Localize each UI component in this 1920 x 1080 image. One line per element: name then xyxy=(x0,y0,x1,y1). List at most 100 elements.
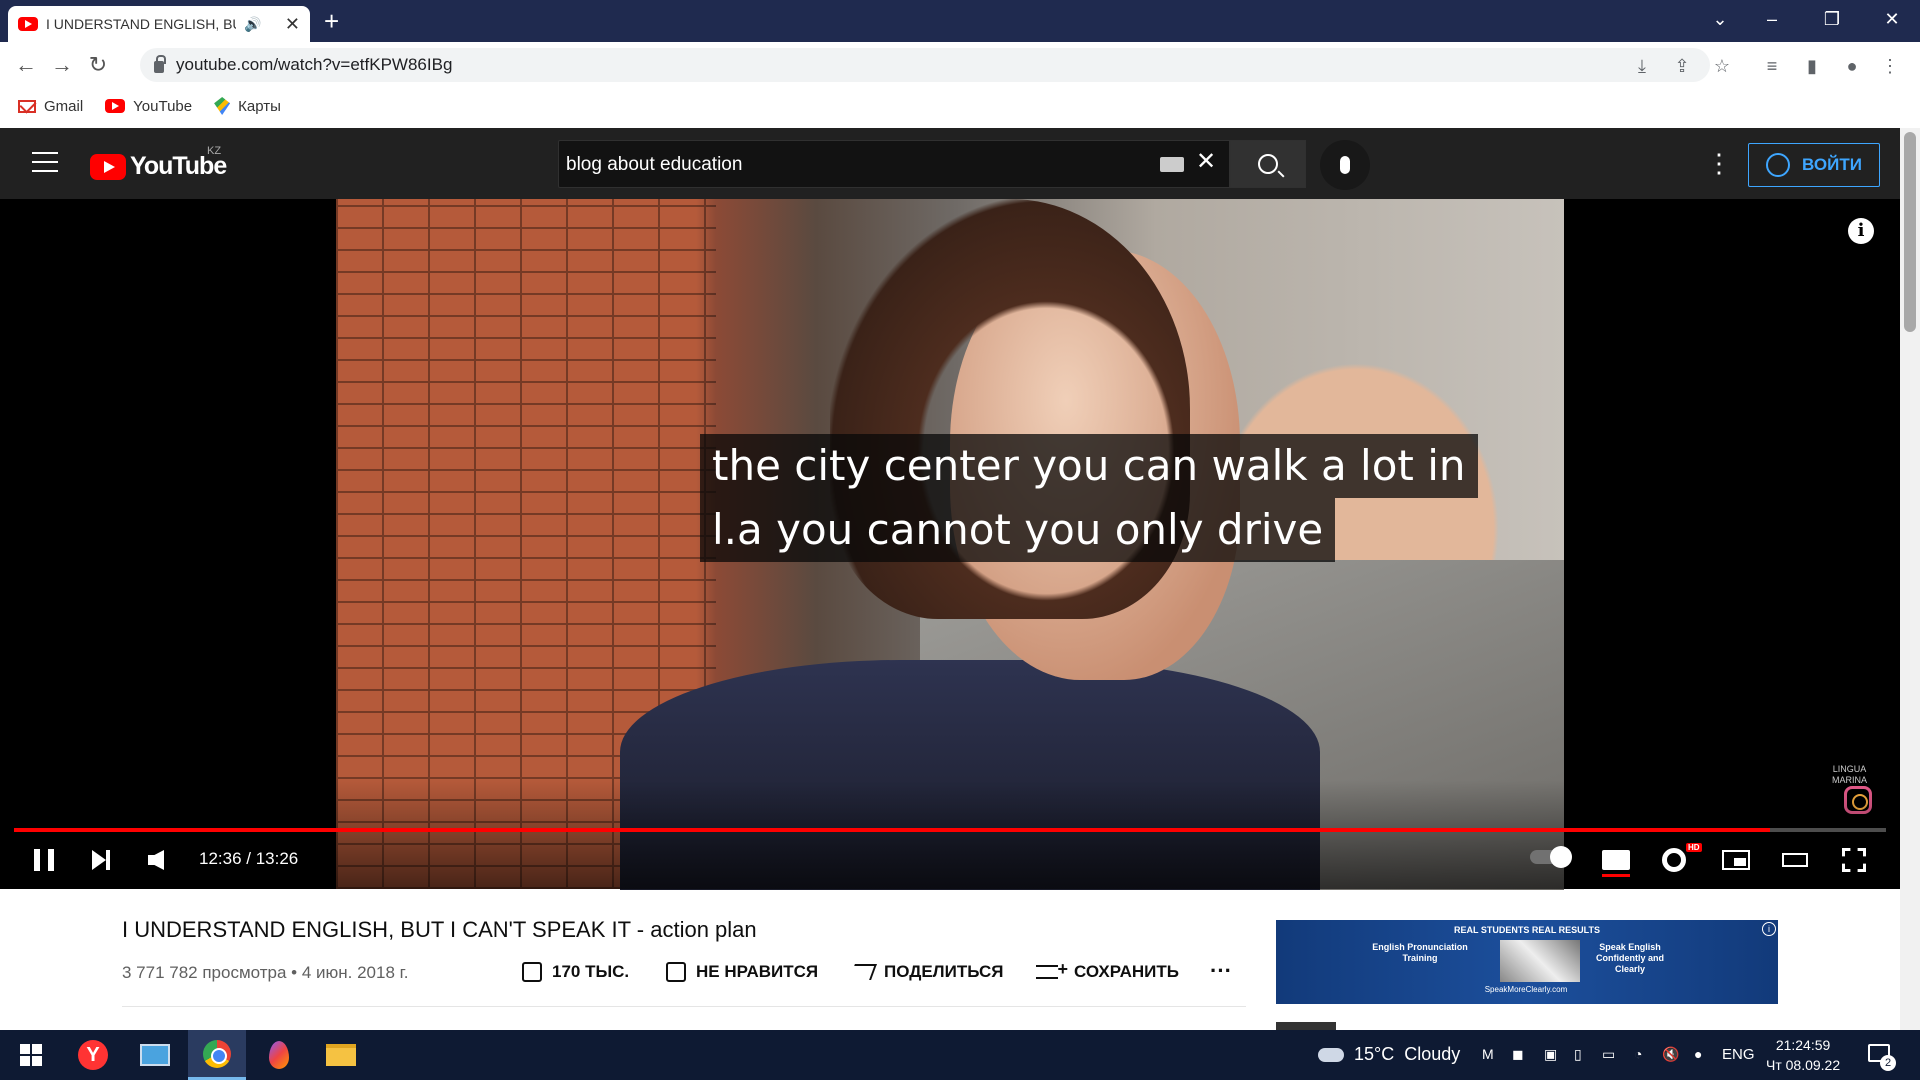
bookmark-label: YouTube xyxy=(133,97,193,115)
notification-count: 2 xyxy=(1880,1055,1896,1071)
location-icon[interactable]: ● xyxy=(1694,1046,1702,1062)
taskbar-computer[interactable] xyxy=(126,1030,184,1080)
windows-start-icon[interactable] xyxy=(20,1044,42,1066)
weather-widget[interactable]: 15°C Cloudy xyxy=(1318,1044,1460,1065)
taskbar-chrome[interactable] xyxy=(188,1030,246,1080)
close-window-button[interactable]: ✕ xyxy=(1872,4,1912,34)
taskbar-app-drop[interactable] xyxy=(250,1030,308,1080)
bookmarks-bar: Gmail YouTube Карты xyxy=(0,90,1920,122)
controls-gradient xyxy=(0,780,1900,889)
yandex-browser-icon: Y xyxy=(78,1040,108,1070)
taskbar-explorer[interactable] xyxy=(312,1030,370,1080)
save-button[interactable]: СОХРАНИТЬ xyxy=(1036,959,1179,982)
search-input-value[interactable]: blog about education xyxy=(566,154,742,176)
chrome-menu-icon[interactable]: ⋮ xyxy=(1876,52,1904,80)
search-button[interactable] xyxy=(1230,140,1306,188)
new-tab-button[interactable]: + xyxy=(324,6,339,36)
share-icon[interactable]: ⇪ xyxy=(1668,52,1696,80)
this-pc-icon xyxy=(140,1044,170,1066)
address-bar[interactable]: youtube.com/watch?v=etfKPW86IBg xyxy=(140,48,1710,82)
clock-date: Чт 08.09.22 xyxy=(1766,1057,1841,1073)
reload-icon[interactable]: ↻ xyxy=(80,52,116,78)
ad-info-icon[interactable]: i xyxy=(1762,922,1776,936)
tab-search-icon[interactable]: ⌄ xyxy=(1700,4,1740,34)
sign-in-button[interactable]: ВОЙТИ xyxy=(1748,143,1880,187)
progress-fill[interactable] xyxy=(14,828,1770,832)
sign-in-label: ВОЙТИ xyxy=(1802,155,1862,174)
next-video-bar[interactable] xyxy=(106,850,110,870)
thumbs-up-icon xyxy=(522,962,542,982)
youtube-play-logo-icon xyxy=(90,153,126,180)
lock-icon[interactable] xyxy=(154,55,166,73)
bookmark-youtube[interactable]: YouTube xyxy=(105,98,192,115)
close-tab-icon[interactable]: ✕ xyxy=(285,14,300,35)
scrollbar-thumb[interactable] xyxy=(1904,132,1916,332)
clock[interactable]: 21:24:59 Чт 08.09.22 xyxy=(1766,1035,1840,1075)
back-icon[interactable]: ← xyxy=(8,52,44,78)
pause-icon[interactable] xyxy=(34,849,54,871)
chrome-icon xyxy=(203,1039,231,1068)
voice-search-button[interactable] xyxy=(1320,140,1370,190)
menu-icon[interactable] xyxy=(32,152,58,172)
minimize-button[interactable]: – xyxy=(1752,4,1792,34)
info-icon[interactable]: i xyxy=(1848,218,1874,244)
playlist-add-icon xyxy=(1036,959,1068,980)
nvidia-icon[interactable]: ◼ xyxy=(1512,1046,1524,1063)
like-button[interactable]: 170 ТЫС. xyxy=(522,962,629,982)
bookmark-gmail[interactable]: Gmail xyxy=(18,98,83,115)
captions-icon[interactable] xyxy=(1602,850,1630,870)
video-title: I UNDERSTAND ENGLISH, BUT I CAN'T SPEAK … xyxy=(122,917,757,942)
settings-more-icon[interactable]: ⋮ xyxy=(1706,148,1732,178)
settings-gear-icon[interactable] xyxy=(1662,848,1686,872)
drop-app-icon xyxy=(269,1041,289,1069)
tab-title: I UNDERSTAND ENGLISH, BU xyxy=(46,16,236,32)
more-actions-icon[interactable]: ··· xyxy=(1210,958,1232,984)
bookmark-maps[interactable]: Карты xyxy=(214,97,281,115)
youtube-logo[interactable]: YouTube xyxy=(90,152,227,181)
tray-app-icon[interactable]: M xyxy=(1482,1046,1494,1062)
weather-temp: 15°C xyxy=(1354,1044,1395,1064)
maps-icon xyxy=(214,97,231,115)
captions-active-indicator xyxy=(1602,874,1630,877)
ad-headline: REAL STUDENTS REAL RESULTS xyxy=(1453,925,1600,935)
theater-mode-icon[interactable] xyxy=(1782,853,1808,867)
thumbs-down-icon xyxy=(666,962,686,982)
dislike-button[interactable]: НЕ НРАВИТСЯ xyxy=(666,962,818,982)
clear-search-icon[interactable]: ✕ xyxy=(1196,147,1216,176)
bookmark-star-icon[interactable]: ☆ xyxy=(1708,52,1736,80)
language-indicator[interactable]: ENG xyxy=(1722,1046,1755,1063)
taskbar-yandex[interactable]: Y xyxy=(64,1030,122,1080)
ad-site: SpeakMoreClearly.com xyxy=(1484,985,1568,994)
youtube-icon xyxy=(105,99,126,113)
audio-playing-icon[interactable]: 🔊 xyxy=(244,16,261,33)
profile-icon[interactable]: ● xyxy=(1838,52,1866,80)
autoplay-knob[interactable] xyxy=(1550,846,1572,868)
share-button[interactable]: ПОДЕЛИТЬСЯ xyxy=(849,962,1004,982)
microphone-icon xyxy=(1340,156,1350,174)
bookmark-label: Gmail xyxy=(44,97,84,115)
next-video-icon[interactable] xyxy=(92,850,106,870)
miniplayer-inner xyxy=(1734,858,1746,866)
media-control-icon[interactable]: ≡ xyxy=(1758,52,1786,80)
ad-image xyxy=(1500,940,1580,982)
next-video-thumbnail[interactable] xyxy=(1276,1022,1336,1030)
side-panel-icon[interactable]: ▮ xyxy=(1798,52,1826,80)
like-count: 170 ТЫС. xyxy=(552,962,630,981)
restore-button[interactable]: ❐ xyxy=(1812,4,1852,34)
battery-icon[interactable]: ▭ xyxy=(1602,1046,1615,1063)
share-arrow-icon xyxy=(849,964,877,980)
weather-text: Cloudy xyxy=(1404,1044,1461,1064)
cloud-icon xyxy=(1318,1047,1344,1062)
microphone-tray-icon[interactable]: ▯ xyxy=(1574,1046,1582,1063)
ad-left-text: English Pronunciation Training xyxy=(1372,942,1468,963)
keyboard-icon[interactable] xyxy=(1160,157,1184,172)
browser-tab[interactable]: I UNDERSTAND ENGLISH, BU 🔊 ✕ xyxy=(8,6,310,42)
camera-icon[interactable]: ▣ xyxy=(1544,1046,1557,1063)
time-display: 12:36 / 13:26 xyxy=(199,849,299,868)
forward-icon[interactable]: → xyxy=(44,52,80,78)
subtitle-line: l.a you cannot you only drive xyxy=(700,498,1336,562)
wifi-icon[interactable]: ◔ xyxy=(1634,1046,1642,1062)
url-text[interactable]: youtube.com/watch?v=etfKPW86IBg xyxy=(176,55,452,75)
speaker-muted-icon[interactable]: 🔇 xyxy=(1662,1046,1679,1063)
install-icon[interactable]: ⤓ xyxy=(1628,52,1656,80)
